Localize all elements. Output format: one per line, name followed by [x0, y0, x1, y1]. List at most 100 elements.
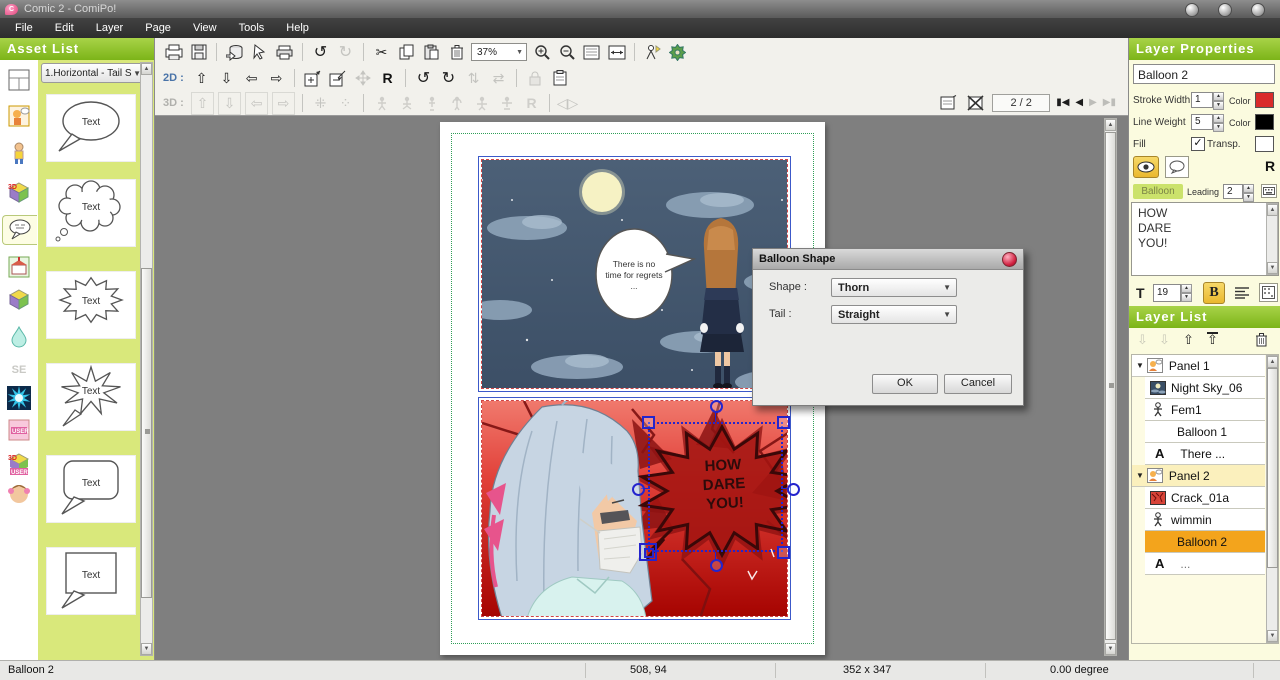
layer-row-panel-1[interactable]: ▼ Panel 1 — [1132, 355, 1265, 377]
leading-stepper[interactable]: 2 ▲▼ — [1223, 184, 1254, 199]
bold-button[interactable]: B — [1203, 282, 1225, 304]
layer-row-night-sky[interactable]: Night Sky_06 — [1145, 377, 1265, 399]
flip-horizontal-icon[interactable]: ⇄ — [488, 68, 509, 89]
reset-properties-icon[interactable]: R — [1265, 158, 1275, 174]
scale-up-icon[interactable] — [302, 68, 323, 89]
maximize-button[interactable] — [1218, 3, 1232, 17]
delete-page-icon[interactable] — [965, 92, 986, 113]
3d-down-icon[interactable]: ⇩ — [218, 92, 241, 115]
fit-width-icon[interactable] — [606, 42, 627, 63]
3d-reset-icon[interactable]: R — [521, 93, 542, 114]
previous-page-icon[interactable]: ◀ — [1075, 97, 1083, 108]
dialog-close-button[interactable] — [1002, 252, 1017, 267]
undo-icon[interactable]: ↺ — [310, 42, 331, 63]
balloon-thumb-oval[interactable]: Text — [47, 95, 135, 161]
3d-zoom-out-icon[interactable]: ⁘ — [335, 93, 356, 114]
page-spread-icon[interactable] — [581, 42, 602, 63]
3d-item-icon[interactable]: 3D — [5, 178, 33, 206]
ok-button[interactable]: OK — [872, 374, 938, 394]
selection-handle-bottom-right[interactable] — [777, 546, 790, 559]
text-scrollbar[interactable]: ▲ ▼ — [1266, 203, 1278, 275]
menu-layer[interactable]: Layer — [85, 18, 135, 38]
layer-row-there-text[interactable]: A There ... — [1145, 443, 1265, 465]
3d-user-asset-icon[interactable]: 3DUSER — [5, 450, 33, 478]
layer-list-scrollbar[interactable]: ▲ ▼ — [1266, 355, 1278, 643]
menu-edit[interactable]: Edit — [44, 18, 85, 38]
clipboard-tool-icon[interactable] — [549, 68, 570, 89]
3d-zoom-in-icon[interactable]: ⁜ — [310, 93, 331, 114]
flash-effect-icon[interactable] — [5, 384, 33, 412]
scroll-down-icon[interactable]: ▼ — [1267, 262, 1278, 274]
select-tool-icon[interactable] — [249, 42, 270, 63]
rotate-handle-bottom[interactable] — [710, 559, 723, 572]
asset-category-dropdown[interactable]: 1.Horizontal - Tail S▼ — [41, 63, 145, 83]
delete-icon[interactable] — [446, 42, 467, 63]
panel-template-icon[interactable] — [5, 66, 33, 94]
balloon-edit-icon[interactable] — [1165, 156, 1189, 178]
move-layer-top-icon[interactable]: ⇧ — [1207, 332, 1218, 346]
minimize-button[interactable] — [1185, 3, 1199, 17]
balloon-thumb-rounded[interactable]: Text — [47, 456, 135, 522]
collapse-icon[interactable]: ▼ — [1136, 471, 1144, 480]
align-icon[interactable] — [1233, 284, 1251, 302]
rotate-cw-icon[interactable]: ↻ — [438, 68, 459, 89]
rotate-handle-top[interactable] — [710, 400, 723, 413]
effect-drop-icon[interactable] — [5, 322, 33, 350]
3d-pose-turn-left-icon[interactable] — [421, 93, 442, 114]
shape-dropdown[interactable]: Thorn▼ — [831, 278, 957, 297]
close-button[interactable] — [1251, 3, 1265, 17]
scroll-down-icon[interactable]: ▼ — [141, 643, 152, 655]
selection-bounding-box[interactable] — [648, 422, 783, 552]
scroll-up-icon[interactable]: ▲ — [1267, 356, 1278, 368]
layer-lock-icon[interactable] — [524, 68, 545, 89]
tail-handle-right[interactable] — [787, 483, 800, 496]
move-left-icon[interactable]: ⇦ — [241, 68, 262, 89]
cut-icon[interactable]: ✂ — [371, 42, 392, 63]
line-weight-stepper[interactable]: 5 ▲▼ — [1191, 114, 1224, 130]
3d-pose-front-icon[interactable] — [471, 93, 492, 114]
stroke-width-stepper[interactable]: 1 ▲▼ — [1191, 92, 1224, 108]
rotate-ccw-icon[interactable]: ↺ — [413, 68, 434, 89]
menu-view[interactable]: View — [182, 18, 228, 38]
comic-panel-1[interactable]: There is no time for regrets ... — [478, 156, 791, 392]
layer-row-balloon-2-selected[interactable]: Balloon 2 — [1145, 531, 1265, 553]
flip-vertical-icon[interactable]: ⇅ — [463, 68, 484, 89]
settings-icon[interactable] — [667, 42, 688, 63]
scroll-up-icon[interactable]: ▲ — [1105, 119, 1116, 131]
character-pose-icon[interactable] — [5, 102, 33, 130]
menu-file[interactable]: File — [4, 18, 44, 38]
balloon-thumb-burst[interactable]: Text — [47, 364, 135, 430]
scroll-down-icon[interactable]: ▼ — [1105, 643, 1116, 655]
move-up-icon[interactable]: ⇧ — [191, 68, 212, 89]
balloon-text-area[interactable]: HOW DARE YOU! ▲ ▼ — [1131, 202, 1279, 276]
free-move-icon[interactable] — [352, 68, 373, 89]
menu-page[interactable]: Page — [134, 18, 182, 38]
layer-row-ellipsis-text[interactable]: A ... — [1145, 553, 1265, 575]
3d-pose-lean-left-icon[interactable] — [371, 93, 392, 114]
redo-icon[interactable]: ↻ — [335, 42, 356, 63]
paste-icon[interactable] — [421, 42, 442, 63]
export-icon[interactable] — [163, 42, 184, 63]
import-asset-icon[interactable] — [224, 42, 245, 63]
asset-list-scrollbar[interactable]: ▲ ▼ — [140, 62, 153, 656]
move-right-icon[interactable]: ⇨ — [266, 68, 287, 89]
zoom-in-icon[interactable] — [531, 42, 552, 63]
page-number-field[interactable]: 2 / 2 — [992, 94, 1050, 112]
3d-camera-icon[interactable]: ◁▷ — [557, 93, 578, 114]
3d-up-icon[interactable]: ⇧ — [191, 92, 214, 115]
user-asset-icon[interactable]: USER — [5, 416, 33, 444]
tail-handle-left[interactable] — [632, 483, 645, 496]
copy-icon[interactable] — [396, 42, 417, 63]
print-icon[interactable] — [274, 42, 295, 63]
text-grid-icon[interactable] — [1259, 283, 1278, 302]
move-layer-up-icon[interactable]: ⇧ — [1183, 332, 1194, 348]
move-layer-bottom-icon[interactable]: ⇩ — [1159, 332, 1170, 348]
move-layer-down-icon[interactable]: ⇩ — [1137, 332, 1148, 348]
scroll-up-icon[interactable]: ▲ — [141, 63, 152, 75]
character-icon[interactable] — [5, 139, 33, 167]
line-color-swatch[interactable] — [1255, 114, 1274, 130]
balloon-category-icon[interactable] — [2, 215, 37, 245]
balloon-thumb-thorn[interactable]: Text — [47, 272, 135, 338]
selection-handle-top-right[interactable] — [777, 416, 790, 429]
3d-left-icon[interactable]: ⇦ — [245, 92, 268, 115]
